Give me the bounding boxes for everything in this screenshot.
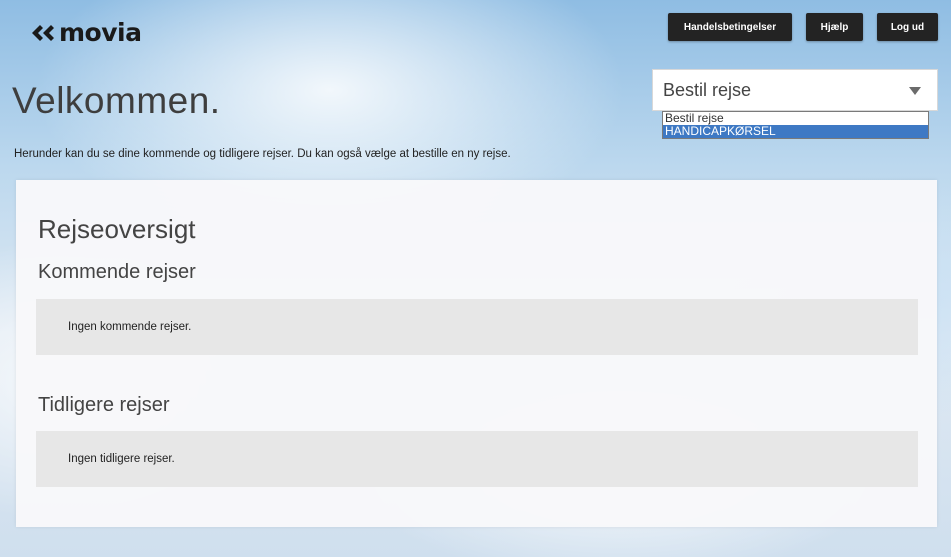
overview-title: Rejseoversigt [38, 214, 196, 244]
previous-trips-title: Tidligere rejser [38, 394, 170, 416]
welcome-title: Velkommen. [12, 80, 221, 121]
triangle-down-icon[interactable] [909, 87, 921, 95]
dropdown-option-handicapkorsel[interactable]: HANDICAPKØRSEL [663, 125, 928, 138]
booking-select-value: Bestil rejse [663, 79, 752, 100]
booking-dropdown-list[interactable]: Bestil rejse HANDICAPKØRSEL [662, 111, 929, 139]
help-button[interactable]: Hjælp [806, 13, 863, 41]
upcoming-trips-empty: Ingen kommende rejser. [36, 299, 918, 355]
travel-overview-card: Rejseoversigt Kommende rejser Ingen komm… [16, 180, 937, 527]
logo-text: movia [59, 18, 142, 47]
upcoming-empty-text: Ingen kommende rejser. [68, 321, 192, 333]
upcoming-trips-title: Kommende rejser [38, 261, 196, 283]
welcome-intro: Herunder kan du se dine kommende og tidl… [14, 148, 511, 160]
movia-logo-icon [32, 24, 54, 41]
terms-button[interactable]: Handelsbetingelser [668, 13, 792, 41]
booking-select[interactable]: Bestil rejse [652, 69, 938, 111]
movia-logo[interactable]: movia [30, 18, 142, 47]
previous-trips-empty: Ingen tidligere rejser. [36, 431, 918, 487]
logout-button[interactable]: Log ud [877, 13, 938, 41]
previous-empty-text: Ingen tidligere rejser. [68, 453, 175, 465]
